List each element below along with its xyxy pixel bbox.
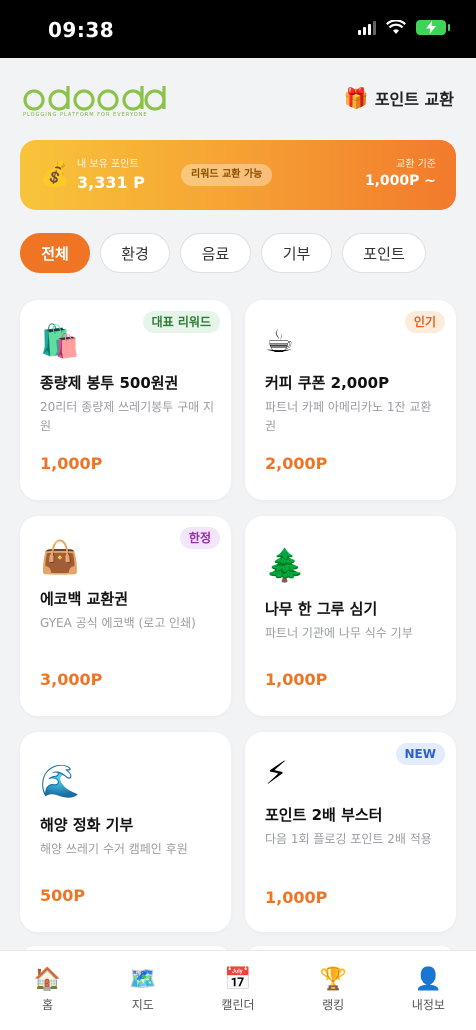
reward-title: 커피 쿠폰 2,000P [265, 374, 390, 392]
wave-icon: 🌊 [40, 762, 80, 800]
reward-description: GYEA 공식 에코백 (로고 인쇄) [40, 616, 196, 630]
user-icon: 👤 [414, 967, 443, 992]
reward-price: 3,000P [40, 670, 103, 689]
calendar-icon: 📅 [224, 967, 252, 992]
status-bar: 09:38 [0, 0, 476, 58]
reward-description: 해양 쓰레기 수거 캠페인 후원 [40, 842, 188, 856]
bottom-tab-bar: 🏠 홈 🗺️ 지도 📅 캘린더 🏆 랭킹 👤 내정보 [0, 950, 476, 1030]
battery-icon [416, 20, 450, 35]
reward-title: 포인트 2배 부스터 [265, 806, 383, 824]
reward-badge: NEW [395, 743, 445, 765]
exchange-standard-value: 1,000P ~ [364, 173, 436, 189]
tabbar-item-calendar[interactable]: 📅 캘린더 [190, 951, 285, 1030]
money-bag-icon: 💰 [40, 160, 70, 188]
tabbar-item-profile[interactable]: 👤 내정보 [381, 951, 476, 1030]
reward-card[interactable]: 🛍️ 대표 리워드 종량제 봉투 500원권 20리터 종량제 쓰레기봉투 구매… [20, 300, 231, 500]
reward-card[interactable]: 🌲 나무 한 그루 심기 파트너 기관에 나무 식수 기부 1,000P [245, 516, 456, 716]
tabbar-label: 지도 [131, 998, 154, 1012]
status-time: 09:38 [48, 18, 115, 42]
my-points-value: 3,331 P [77, 173, 145, 192]
reward-title: 에코백 교환권 [40, 590, 129, 608]
reward-badge: 인기 [404, 311, 445, 333]
reward-title: 나무 한 그루 심기 [265, 600, 378, 618]
category-tabs: 전체 환경 음료 기부 포인트 [20, 233, 426, 273]
tab-donation[interactable]: 기부 [261, 233, 332, 273]
reward-description: 파트너 카페 아메리카노 1잔 교환권 [265, 400, 432, 433]
tab-points[interactable]: 포인트 [342, 233, 426, 273]
reward-description: 파트너 기관에 나무 식수 기부 [265, 626, 413, 640]
reward-title: 해양 정화 기부 [40, 816, 134, 834]
reward-badge: 대표 리워드 [142, 311, 220, 333]
home-icon: 🏠 [33, 967, 62, 992]
point-exchange-label: 포인트 교환 [374, 90, 454, 109]
tabbar-label: 캘린더 [221, 998, 255, 1012]
shopping-bags-icon: 🛍️ [40, 322, 80, 360]
reward-card[interactable]: ⚡ NEW 포인트 2배 부스터 다음 1회 플로깅 포인트 2배 적용 1,0… [245, 732, 456, 932]
reward-price: 1,000P [265, 888, 328, 907]
reward-description: 20리터 종량제 쓰레기봉투 구매 지원 [40, 400, 215, 433]
reward-card[interactable]: 🌊 해양 정화 기부 해양 쓰레기 수거 캠페인 후원 500P [20, 732, 231, 932]
tab-beverage[interactable]: 음료 [180, 233, 251, 273]
signal-icon [358, 20, 376, 35]
tabbar-item-map[interactable]: 🗺️ 지도 [95, 951, 190, 1030]
exchange-standard-label: 교환 기준 [396, 159, 436, 170]
tree-icon: 🌲 [265, 546, 305, 584]
handbag-icon: 👜 [40, 538, 80, 576]
tab-environment[interactable]: 환경 [100, 233, 170, 273]
map-icon: 🗺️ [129, 967, 157, 992]
trophy-icon: 🏆 [319, 967, 347, 992]
tab-all[interactable]: 전체 [20, 233, 90, 273]
lightning-icon: ⚡ [265, 754, 288, 792]
tabbar-label: 홈 [42, 998, 54, 1012]
tabbar-item-home[interactable]: 🏠 홈 [0, 951, 95, 1030]
tabbar-label: 랭킹 [322, 998, 345, 1012]
tabbar-label: 내정보 [411, 998, 445, 1012]
reward-available-badge: 리워드 교환 가능 [181, 164, 273, 186]
my-points-label: 내 보유 포인트 [77, 159, 139, 170]
reward-price: 500P [40, 886, 86, 905]
reward-price: 1,000P [40, 454, 103, 473]
app-header: PLOGGING PLATFORM FOR EVERYONE 🎁 포인트 교환 [0, 58, 476, 138]
reward-description: 다음 1회 플로깅 포인트 2배 적용 [265, 832, 432, 846]
reward-badge: 한정 [179, 527, 220, 549]
reward-price: 1,000P [265, 670, 328, 689]
status-icons [358, 20, 450, 35]
app-logo[interactable]: PLOGGING PLATFORM FOR EVERYONE [22, 82, 172, 122]
reward-card[interactable]: ☕ 인기 커피 쿠폰 2,000P 파트너 카페 아메리카노 1잔 교환권 2,… [245, 300, 456, 500]
point-exchange-button[interactable]: 🎁 포인트 교환 [344, 86, 454, 110]
reward-card[interactable]: 👜 한정 에코백 교환권 GYEA 공식 에코백 (로고 인쇄) 3,000P [20, 516, 231, 716]
logo-subtitle: PLOGGING PLATFORM FOR EVERYONE [23, 112, 148, 118]
coffee-icon: ☕ [265, 322, 294, 360]
points-banner: 💰 내 보유 포인트 3,331 P 리워드 교환 가능 교환 기준 1,000… [20, 140, 456, 210]
reward-title: 종량제 봉투 500원권 [40, 374, 179, 392]
logo-wordmark [23, 86, 166, 111]
gift-icon: 🎁 [343, 86, 369, 110]
reward-price: 2,000P [265, 454, 328, 473]
wifi-icon [386, 20, 406, 34]
tabbar-item-ranking[interactable]: 🏆 랭킹 [286, 951, 381, 1030]
